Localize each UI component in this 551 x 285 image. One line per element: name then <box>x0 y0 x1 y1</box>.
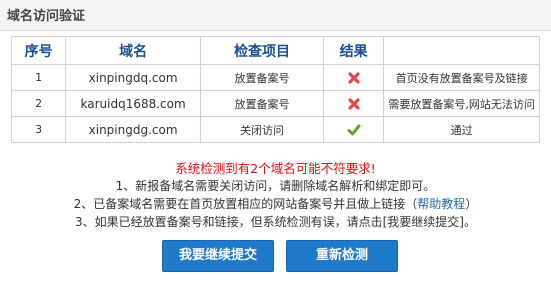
instruction-1: 1、新报备域名需要关闭访问，请删除域名解析和绑定即可。 <box>115 179 436 193</box>
fail-x-icon <box>348 71 360 84</box>
domain-check-table: 序号 域名 检查项目 结果 1 xinpingdq.com 放置备案号 首页没有… <box>10 36 540 143</box>
row-domain: karuidq1688.com <box>65 90 201 117</box>
dialog-title: 域名访问验证 <box>7 9 86 24</box>
table-row: 2 karuidq1688.com 放置备案号 需要放置备案号,网站无法访问 <box>10 90 540 117</box>
table-row: 1 xinpingdq.com 放置备案号 首页没有放置备案号及链接 <box>10 64 540 91</box>
table-row: 3 xinpingdg.com 关闭访问 通过 <box>10 116 540 143</box>
row-index: 1 <box>10 64 67 91</box>
row-check-item: 关闭访问 <box>199 116 325 143</box>
row-result <box>323 90 385 117</box>
row-domain: xinpingdg.com <box>65 116 201 143</box>
help-tutorial-link[interactable]: 帮助教程 <box>417 197 465 211</box>
row-check-item: 放置备案号 <box>199 64 325 91</box>
row-index: 3 <box>10 116 67 143</box>
header-note <box>383 36 540 65</box>
instruction-2-text: 2、已备案域名需要在首页放置相应的网站备案号并且做上链接（ <box>73 197 418 211</box>
instruction-2: 2、已备案域名需要在首页放置相应的网站备案号并且做上链接（帮助教程） <box>0 195 551 212</box>
header-check-item: 检查项目 <box>199 36 325 65</box>
row-note: 通过 <box>383 116 540 143</box>
warning-message: 系统检测到有2个域名可能不符要求! <box>175 161 376 176</box>
row-index: 2 <box>10 90 67 117</box>
header-index: 序号 <box>10 36 67 65</box>
header-result: 结果 <box>323 36 385 65</box>
pass-check-icon <box>347 124 361 135</box>
instruction-2-close: ） <box>465 197 478 211</box>
instruction-3: 3、如果已经放置备案号和链接，但系统检测有误，请点击[我要继续提交]。 <box>74 215 476 229</box>
header-domain: 域名 <box>65 36 201 65</box>
dialog-titlebar: 域名访问验证 <box>0 0 551 31</box>
row-check-item: 放置备案号 <box>199 90 325 117</box>
continue-submit-button[interactable]: 我要继续提交 <box>162 240 274 272</box>
table-header-row: 序号 域名 检查项目 结果 <box>10 36 540 65</box>
row-note: 首页没有放置备案号及链接 <box>383 64 540 91</box>
row-result <box>323 116 385 143</box>
recheck-button[interactable]: 重新检测 <box>286 240 398 272</box>
row-note: 需要放置备案号,网站无法访问 <box>383 90 540 117</box>
row-result <box>323 64 385 91</box>
fail-x-icon <box>348 97 360 110</box>
row-domain: xinpingdq.com <box>65 64 201 91</box>
